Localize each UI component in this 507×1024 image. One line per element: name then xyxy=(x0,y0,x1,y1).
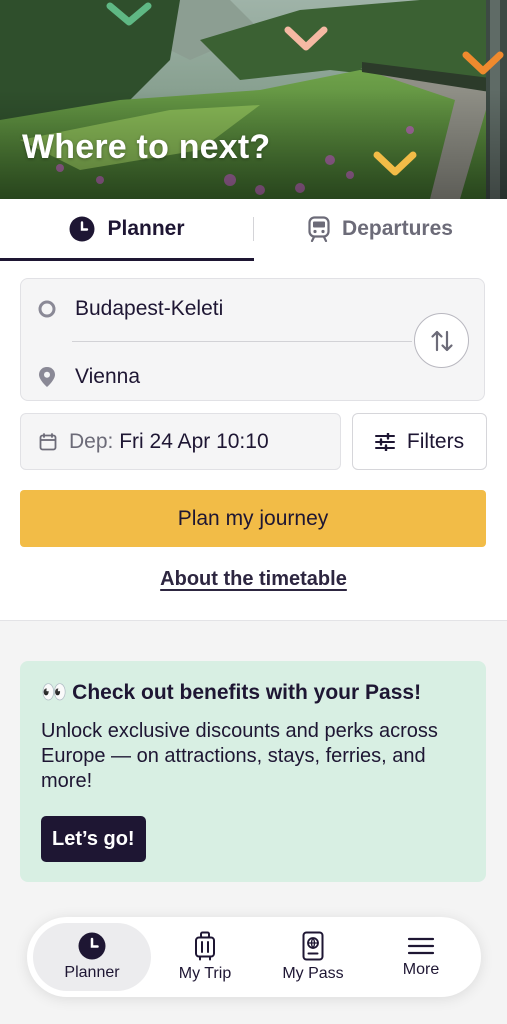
nav-item-my-pass[interactable]: My Pass xyxy=(259,923,367,991)
origin-value: Budapest-Keleti xyxy=(75,297,224,320)
filters-label: Filters xyxy=(406,429,465,453)
departure-value: Fri 24 Apr 10:10 xyxy=(119,429,269,453)
nav-label-my-trip: My Trip xyxy=(178,965,232,982)
menu-icon xyxy=(407,937,435,955)
swap-stations-button[interactable] xyxy=(414,313,469,368)
nav-item-more[interactable]: More xyxy=(367,923,475,991)
train-icon xyxy=(308,216,330,242)
nav-label-planner: Planner xyxy=(64,964,120,981)
pass-benefits-card: 👀 Check out benefits with your Pass! Unl… xyxy=(20,661,486,882)
luggage-icon xyxy=(195,931,215,961)
journey-planner-panel: Budapest-Keleti Vienna Dep: Fri 24 Apr 1… xyxy=(0,261,507,621)
promo-body: Unlock exclusive discounts and perks acr… xyxy=(41,720,438,792)
tab-planner-label: Planner xyxy=(107,216,185,240)
plan-journey-button[interactable]: Plan my journey xyxy=(20,490,486,547)
planner-tabs: Planner Departures xyxy=(0,199,507,261)
nav-item-planner[interactable]: Planner xyxy=(33,923,151,991)
destination-value: Vienna xyxy=(75,365,141,388)
tab-planner[interactable]: Planner xyxy=(0,199,254,261)
clock-icon xyxy=(78,932,106,960)
eyes-emoji-icon: 👀 xyxy=(41,681,67,704)
destination-field[interactable]: Vienna xyxy=(37,357,404,397)
route-divider xyxy=(72,341,412,342)
lets-go-button[interactable]: Let’s go! xyxy=(41,816,146,862)
departure-prefix: Dep: xyxy=(69,429,114,453)
tab-departures-label: Departures xyxy=(342,217,453,240)
filters-button[interactable]: Filters xyxy=(352,413,487,470)
tab-departures[interactable]: Departures xyxy=(254,199,507,259)
calendar-icon xyxy=(39,432,57,450)
location-pin-icon xyxy=(39,367,55,387)
promo-title-text: Check out benefits with your Pass! xyxy=(72,681,422,704)
about-timetable-link[interactable]: About the timetable xyxy=(0,568,507,591)
nav-label-more: More xyxy=(402,961,440,978)
promo-title: 👀 Check out benefits with your Pass! xyxy=(41,681,466,705)
passport-icon xyxy=(302,931,324,961)
hero-banner: Where to next? xyxy=(0,0,507,199)
origin-field[interactable]: Budapest-Keleti xyxy=(37,289,404,329)
clock-icon xyxy=(69,216,95,241)
nav-item-my-trip[interactable]: My Trip xyxy=(151,923,259,991)
origin-circle-icon xyxy=(38,300,56,318)
route-box: Budapest-Keleti Vienna xyxy=(20,278,485,401)
sliders-icon xyxy=(374,432,395,451)
swap-arrows-icon xyxy=(430,330,453,351)
bottom-navigation: Planner My Trip My Pass More xyxy=(27,917,481,997)
nav-label-my-pass: My Pass xyxy=(282,965,344,982)
departure-date-field[interactable]: Dep: Fri 24 Apr 10:10 xyxy=(20,413,341,470)
hero-title: Where to next? xyxy=(22,128,271,166)
hero-landscape-image xyxy=(0,0,507,199)
